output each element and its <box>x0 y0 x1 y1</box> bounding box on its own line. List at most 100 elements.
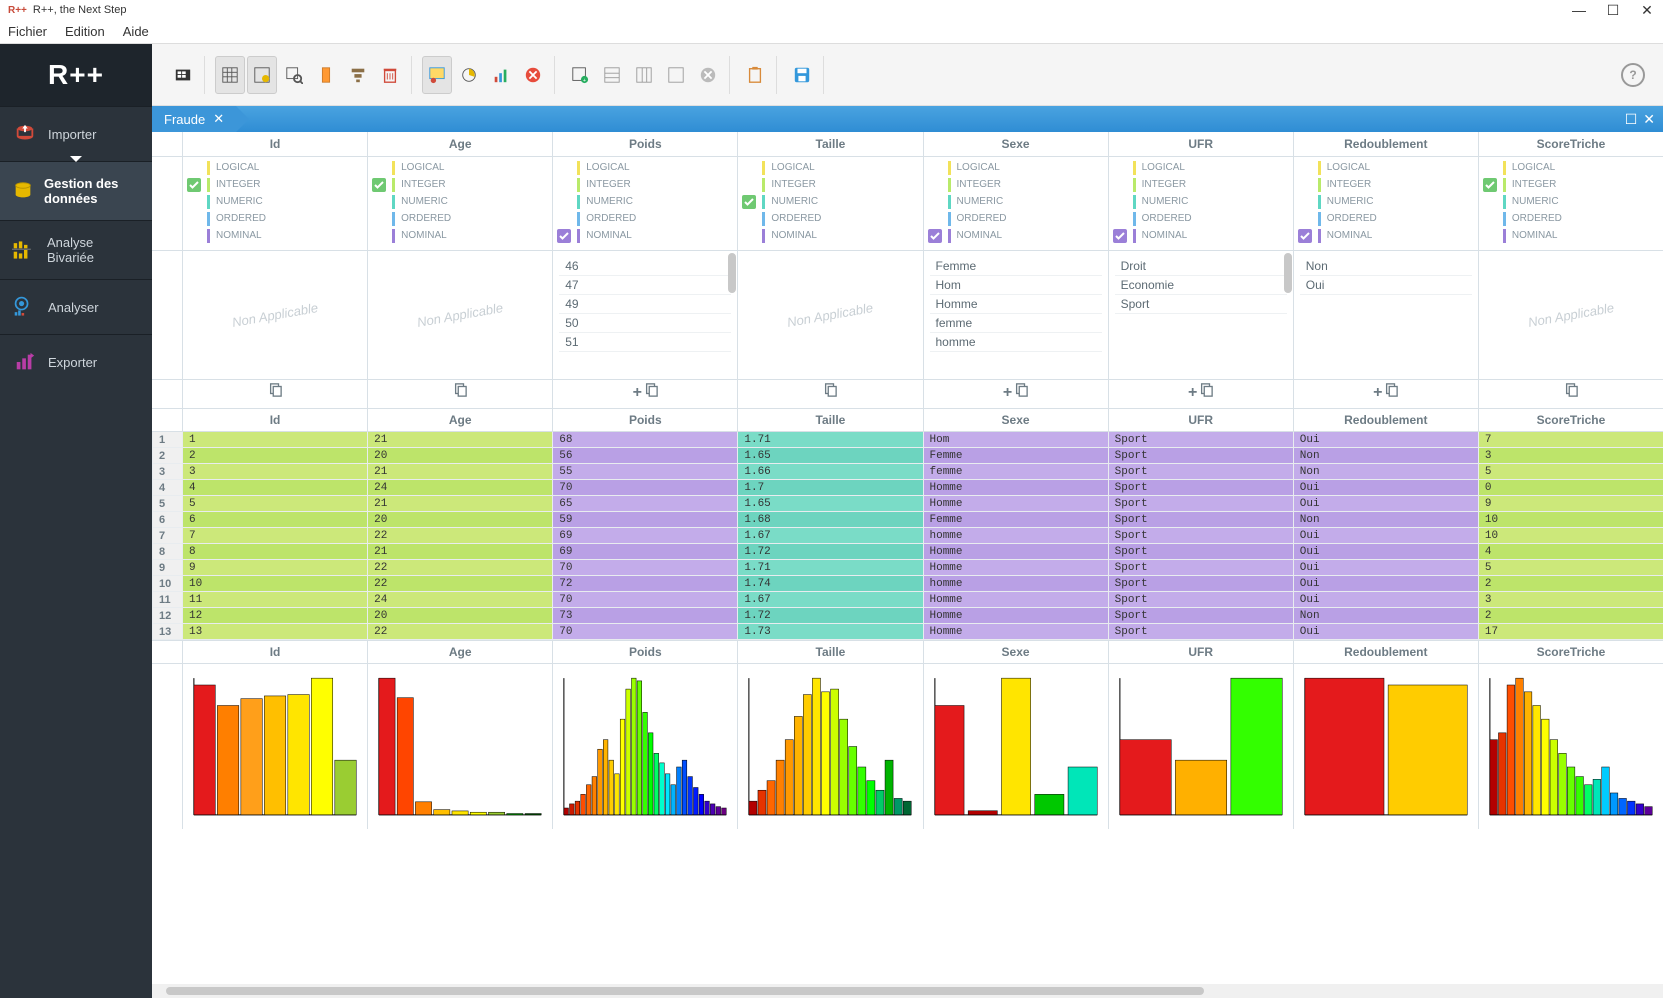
type-option-logical[interactable]: LOGICAL <box>742 159 918 176</box>
tb-cancel-icon[interactable] <box>518 56 548 94</box>
value-item[interactable]: homme <box>930 333 1102 352</box>
sidebar-item-analyse-bivariee[interactable]: Analyse Bivariée <box>0 220 152 279</box>
type-option-numeric[interactable]: NUMERIC <box>742 193 918 210</box>
value-item[interactable]: Hom <box>930 276 1102 295</box>
sidebar-item-exporter[interactable]: Exporter <box>0 334 152 389</box>
type-option-logical[interactable]: LOGICAL <box>1113 159 1289 176</box>
tb-column-orange-icon[interactable] <box>311 56 341 94</box>
value-item[interactable]: Droit <box>1115 257 1287 276</box>
value-item[interactable]: Oui <box>1300 276 1472 295</box>
close-button[interactable]: ✕ <box>1639 2 1655 19</box>
tb-barchart-icon[interactable] <box>486 56 516 94</box>
value-item[interactable]: femme <box>930 314 1102 333</box>
data-table-body[interactable]: 1121681.71HomSportOui72220561.65FemmeSpo… <box>152 432 1663 640</box>
chart-taille[interactable] <box>742 672 918 821</box>
table-row[interactable]: 1121681.71HomSportOui7 <box>152 432 1663 448</box>
add-value-button[interactable]: + <box>1373 384 1382 401</box>
type-option-numeric[interactable]: NUMERIC <box>928 193 1104 210</box>
chart-id[interactable] <box>187 672 363 821</box>
chart-poids[interactable] <box>557 672 733 821</box>
col-header-scoretriche[interactable]: ScoreTriche <box>1478 132 1663 156</box>
col-header-sexe[interactable]: Sexe <box>923 132 1108 156</box>
tab-maximize-icon[interactable]: ☐ <box>1625 111 1638 128</box>
col-header-redoublement[interactable]: Redoublement <box>1293 132 1478 156</box>
type-option-integer[interactable]: INTEGER <box>1298 176 1474 193</box>
table-row[interactable]: 4424701.7HommeSportOui0 <box>152 480 1663 496</box>
type-option-numeric[interactable]: NUMERIC <box>1298 193 1474 210</box>
table-row[interactable]: 121220731.72HommeSportNon2 <box>152 608 1663 624</box>
type-option-integer[interactable]: INTEGER <box>1483 176 1659 193</box>
type-option-ordered[interactable]: ORDERED <box>1113 210 1289 227</box>
table-row[interactable]: 3321551.66femmeSportNon5 <box>152 464 1663 480</box>
tab-close-all-icon[interactable]: ✕ <box>1643 111 1655 128</box>
type-option-logical[interactable]: LOGICAL <box>1298 159 1474 176</box>
type-option-ordered[interactable]: ORDERED <box>187 210 363 227</box>
sidebar-item-importer[interactable]: Importer <box>0 106 152 161</box>
tb-grid4-icon[interactable] <box>661 56 691 94</box>
sidebar-item-gestion-donnees[interactable]: Gestion des données <box>0 161 152 220</box>
type-option-integer[interactable]: INTEGER <box>928 176 1104 193</box>
tb-clipboard-icon[interactable] <box>740 56 770 94</box>
value-item[interactable]: Homme <box>930 295 1102 314</box>
type-option-numeric[interactable]: NUMERIC <box>1113 193 1289 210</box>
type-option-nominal[interactable]: NOMINAL <box>928 227 1104 244</box>
table-row[interactable]: 131322701.73HommeSportOui17 <box>152 624 1663 640</box>
table-row[interactable]: 101022721.74hommeSportOui2 <box>152 576 1663 592</box>
table-row[interactable]: 8821691.72HommeSportOui4 <box>152 544 1663 560</box>
add-value-button[interactable]: + <box>1003 384 1012 401</box>
col-header-poids[interactable]: Poids <box>552 132 737 156</box>
type-option-logical[interactable]: LOGICAL <box>1483 159 1659 176</box>
tb-grid-gear-icon[interactable] <box>247 56 277 94</box>
tab-close-icon[interactable]: ✕ <box>213 111 224 127</box>
chart-ufr[interactable] <box>1113 672 1289 821</box>
scrollbar-thumb[interactable] <box>1284 253 1292 293</box>
sidebar-item-analyser[interactable]: Analyser <box>0 279 152 334</box>
type-option-nominal[interactable]: NOMINAL <box>742 227 918 244</box>
copy-icon[interactable] <box>644 386 658 400</box>
value-item[interactable]: Sport <box>1115 295 1287 314</box>
type-option-nominal[interactable]: NOMINAL <box>1483 227 1659 244</box>
value-item[interactable]: Non <box>1300 257 1472 276</box>
col-header-taille[interactable]: Taille <box>737 132 922 156</box>
type-option-nominal[interactable]: NOMINAL <box>1113 227 1289 244</box>
value-item[interactable]: 46 <box>559 257 731 276</box>
menu-aide[interactable]: Aide <box>123 24 149 39</box>
value-item[interactable]: Economie <box>1115 276 1287 295</box>
type-option-logical[interactable]: LOGICAL <box>187 159 363 176</box>
value-item[interactable]: 47 <box>559 276 731 295</box>
tb-cancel-grey-icon[interactable] <box>693 56 723 94</box>
copy-icon[interactable] <box>1564 386 1578 400</box>
type-option-nominal[interactable]: NOMINAL <box>187 227 363 244</box>
type-option-integer[interactable]: INTEGER <box>372 176 548 193</box>
type-option-integer[interactable]: INTEGER <box>557 176 733 193</box>
type-option-logical[interactable]: LOGICAL <box>928 159 1104 176</box>
value-item[interactable]: Femme <box>930 257 1102 276</box>
table-row[interactable]: 2220561.65FemmeSportNon3 <box>152 448 1663 464</box>
table-row[interactable]: 6620591.68FemmeSportNon10 <box>152 512 1663 528</box>
add-value-button[interactable]: + <box>633 384 642 401</box>
type-option-integer[interactable]: INTEGER <box>742 176 918 193</box>
help-button[interactable]: ? <box>1621 63 1645 87</box>
type-option-logical[interactable]: LOGICAL <box>557 159 733 176</box>
tb-grid-search-icon[interactable] <box>279 56 309 94</box>
type-option-ordered[interactable]: ORDERED <box>557 210 733 227</box>
tb-grid2-icon[interactable] <box>597 56 627 94</box>
table-row[interactable]: 7722691.67hommeSportOui10 <box>152 528 1663 544</box>
value-item[interactable]: 50 <box>559 314 731 333</box>
copy-icon[interactable] <box>1199 386 1213 400</box>
table-row[interactable]: 9922701.71HommeSportOui5 <box>152 560 1663 576</box>
type-option-nominal[interactable]: NOMINAL <box>557 227 733 244</box>
scrollbar-thumb[interactable] <box>728 253 736 293</box>
type-option-nominal[interactable]: NOMINAL <box>372 227 548 244</box>
type-option-nominal[interactable]: NOMINAL <box>1298 227 1474 244</box>
tb-pie-icon[interactable] <box>454 56 484 94</box>
tb-grid-icon[interactable] <box>215 56 245 94</box>
type-option-ordered[interactable]: ORDERED <box>742 210 918 227</box>
type-option-numeric[interactable]: NUMERIC <box>557 193 733 210</box>
tb-trash-icon[interactable] <box>375 56 405 94</box>
table-row[interactable]: 5521651.65HommeSportOui9 <box>152 496 1663 512</box>
value-item[interactable]: 51 <box>559 333 731 352</box>
type-option-integer[interactable]: INTEGER <box>1113 176 1289 193</box>
type-option-ordered[interactable]: ORDERED <box>1298 210 1474 227</box>
copy-icon[interactable] <box>1384 386 1398 400</box>
